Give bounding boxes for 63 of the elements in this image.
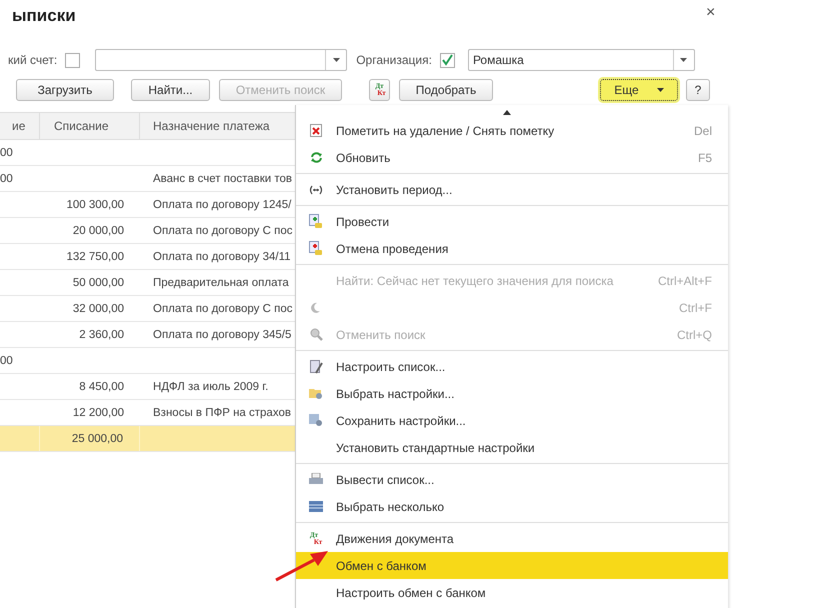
checkbox[interactable]	[440, 52, 455, 68]
table-cell: Аванс в счет поставки тов	[153, 172, 292, 184]
list-icon	[309, 501, 323, 512]
table-cell: 00	[0, 146, 13, 158]
table-cell: Предварительная оплата	[153, 276, 289, 288]
document-unpost-icon	[309, 241, 323, 256]
table-cell: 50 000,00	[72, 276, 124, 288]
printer-icon	[309, 473, 323, 486]
table-cell: 20 000,00	[72, 224, 124, 236]
dropdown-icon[interactable]	[332, 58, 340, 62]
shortcut-label: Ctrl+Q	[676, 328, 713, 342]
help-button[interactable]: ?	[686, 79, 710, 101]
table-cell: 00	[0, 172, 13, 184]
select-field[interactable]: Ромашка	[468, 49, 695, 71]
table-cell: Взносы в ПФР на страхов	[153, 406, 291, 418]
table-cell: Оплата по договору 345/5	[153, 328, 292, 340]
dropdown-icon[interactable]	[680, 58, 688, 62]
menu-item[interactable]: Выбрать несколько	[296, 493, 728, 520]
table-cell: 12 200,00	[72, 406, 124, 418]
menu-item[interactable]: Настроить обмен с банком	[296, 579, 728, 606]
table-cell: 100 300,00	[66, 198, 124, 210]
checkbox[interactable]	[65, 52, 80, 68]
shortcut-label: Ctrl+F	[679, 300, 713, 314]
column-header[interactable]: Списание	[40, 113, 140, 139]
crescent-icon	[310, 302, 322, 314]
table-cell: Оплата по договору 1245/	[153, 198, 292, 210]
table-cell: 00	[0, 354, 13, 366]
settings-save-icon	[309, 414, 323, 427]
table-cell: Оплата по договору С пос	[153, 302, 292, 314]
shortcut-label: Ctrl+Alt+F	[658, 274, 713, 288]
list-settings-icon	[310, 360, 322, 374]
refresh-icon	[310, 152, 322, 163]
close-button[interactable]: ×	[702, 4, 720, 22]
shortcut-label: F5	[698, 150, 713, 164]
filter-label: кий счет:	[8, 53, 58, 67]
magnifier-icon	[310, 328, 322, 341]
folder-icon	[309, 387, 323, 400]
pick-button[interactable]: Подобрать	[399, 79, 493, 101]
shortcut-label: Del	[694, 124, 713, 138]
table-cell: Оплата по договору 34/11	[153, 250, 291, 262]
period-icon	[309, 184, 323, 194]
document-post-icon	[309, 214, 323, 229]
load-button[interactable]: Загрузить	[16, 79, 114, 101]
column-header[interactable]: ие	[0, 113, 40, 139]
filter-label: Организация:	[356, 53, 432, 67]
table-cell: 25 000,00	[72, 432, 123, 444]
scroll-up-icon[interactable]	[503, 110, 511, 115]
pointer-arrow	[274, 548, 330, 582]
more-button[interactable]: Еще	[600, 79, 678, 101]
menu-item[interactable]: Установить период...	[296, 176, 728, 203]
window-title: ыписки	[12, 6, 76, 26]
table-cell: 32 000,00	[72, 302, 124, 314]
table-cell: НДФЛ за июль 2009 г.	[153, 380, 268, 392]
table-cell: 132 750,00	[66, 250, 124, 262]
find-button[interactable]: Найти...	[131, 79, 210, 101]
select-field[interactable]	[95, 49, 348, 71]
table-cell: Оплата по договору С пос	[153, 224, 292, 236]
menu-item[interactable]: Обмен с банком	[296, 552, 728, 579]
table-cell: 2 360,00	[79, 328, 124, 340]
caret-icon	[656, 88, 664, 92]
table-cell: 8 450,00	[79, 380, 124, 392]
delete-mark-icon	[310, 124, 322, 137]
menu-item[interactable]: Вывести список...	[296, 466, 728, 493]
